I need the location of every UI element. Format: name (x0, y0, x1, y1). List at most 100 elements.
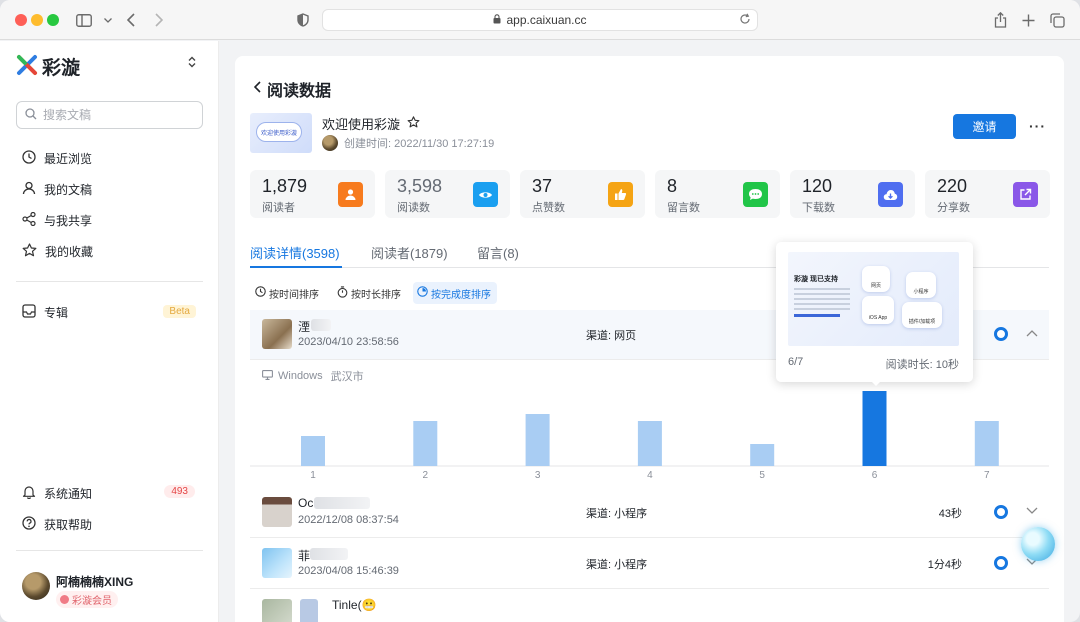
forward-icon[interactable] (149, 10, 169, 30)
page-title: 阅读数据 (267, 83, 332, 100)
app-logo[interactable]: 彩漩 (16, 53, 80, 80)
reload-icon[interactable] (739, 13, 751, 28)
sidebar-item-shared[interactable]: 与我共享 (16, 207, 203, 233)
sidebar-toggle-icon[interactable] (74, 10, 94, 30)
reader-avatar (262, 497, 292, 527)
sidebar-item-help[interactable]: 获取帮助 (16, 511, 203, 537)
page-preview-tooltip: 彩漩 现已支持 网页 小程序 iOS App 插件/加载项 6/7 阅读时长: … (776, 242, 973, 386)
tab-dropdown-icon[interactable] (101, 10, 115, 30)
reader-name: Oc (298, 496, 314, 510)
chart-bar-page-6[interactable] (862, 391, 887, 466)
privacy-shield-icon[interactable] (293, 10, 313, 30)
reader-icon (338, 182, 363, 207)
chart-bar-page-5[interactable] (750, 444, 775, 466)
slide-bubble-miniapp: 小程序 (906, 272, 936, 298)
sort-label: 按时间排序 (269, 289, 319, 301)
chart-bar-page-1[interactable] (301, 436, 325, 466)
sidebar-divider (16, 550, 203, 551)
external-icon (1013, 182, 1038, 207)
chart-bar-page-7[interactable] (974, 421, 999, 466)
chevron-down-icon[interactable] (1026, 504, 1038, 518)
close-window-button[interactable] (15, 14, 27, 26)
back-button[interactable]: 阅读数据 (253, 77, 332, 101)
new-tab-icon[interactable] (1018, 10, 1038, 30)
tab-read-details[interactable]: 阅读详情(3598) (250, 243, 340, 262)
tooltip-footer: 6/7 阅读时长: 10秒 (788, 356, 959, 371)
duration: 1分4秒 (927, 559, 962, 571)
lock-icon (493, 13, 501, 27)
browser-titlebar: app.caixuan.cc (0, 0, 1080, 40)
search-box[interactable] (16, 101, 203, 129)
sort-by-time-button[interactable]: 按时间排序 (251, 282, 325, 304)
slide-bubble-plugin: 插件/加载项 (902, 302, 942, 328)
sidebar-item-label: 我的文稿 (44, 182, 93, 197)
zoom-window-button[interactable] (47, 14, 59, 26)
chart-bar-page-2[interactable] (413, 421, 438, 466)
sort-by-duration-button[interactable]: 按时长排序 (333, 282, 407, 304)
tab-readers[interactable]: 阅读者(1879) (371, 243, 448, 262)
channel: 渠道: 网页 (586, 330, 637, 342)
workspace-switch-icon[interactable] (188, 56, 196, 71)
favorite-star-icon[interactable] (407, 116, 420, 131)
sidebar: 彩漩 最近浏览 我的文稿 与我共享 我的收藏 (0, 41, 219, 622)
stopwatch-icon (337, 285, 351, 301)
sidebar-item-favorites[interactable]: 我的收藏 (16, 238, 203, 264)
search-icon (25, 107, 37, 123)
star-icon (22, 242, 45, 260)
chevron-up-icon[interactable] (1026, 326, 1038, 340)
completion-ring (994, 505, 1008, 519)
document-thumbnail[interactable]: 欢迎使用彩漩 (250, 113, 312, 153)
document-title: 欢迎使用彩漩 (322, 114, 420, 133)
slide-label: 插件/加载项 (908, 319, 936, 325)
url-text: app.caixuan.cc (506, 13, 587, 27)
minimize-window-button[interactable] (31, 14, 43, 26)
progress-icon (417, 286, 431, 300)
search-input[interactable] (43, 108, 193, 122)
channel: 渠道: 小程序 (586, 508, 648, 520)
invite-button[interactable]: 邀请 (953, 114, 1016, 139)
reader-name: 菲 (298, 549, 311, 563)
page-index: 6/7 (788, 356, 804, 368)
chart-tick-label: 2 (423, 470, 429, 481)
sort-label: 按时长排序 (351, 289, 401, 301)
assistant-bubble-button[interactable] (1021, 527, 1055, 561)
address-bar[interactable]: app.caixuan.cc (322, 9, 758, 31)
sidebar-item-label: 最近浏览 (44, 151, 93, 166)
name-mask (314, 497, 370, 509)
table-row[interactable]: Tinle(😬 (250, 590, 1049, 622)
notification-count-badge: 493 (164, 485, 195, 498)
tab-overview-icon[interactable] (1047, 10, 1067, 30)
slide-text-lines (794, 288, 850, 310)
more-options-button[interactable]: ··· (1029, 118, 1046, 134)
sidebar-item-my-docs[interactable]: 我的文稿 (16, 176, 203, 202)
user-profile[interactable]: 阿楠楠楠XING 彩漩会员 (22, 572, 133, 608)
stat-value: 8 (667, 176, 678, 196)
stat-shares: 220 分享数 (925, 170, 1050, 218)
stat-label: 下载数 (802, 202, 835, 214)
chart-bar-page-4[interactable] (637, 421, 662, 466)
sort-by-completion-button[interactable]: 按完成度排序 (413, 282, 497, 304)
sidebar-item-label: 获取帮助 (44, 517, 93, 532)
completion-ring (994, 556, 1008, 570)
slide-bubble-web: 网页 (862, 266, 890, 292)
bell-icon (22, 485, 44, 502)
member-label: 彩漩会员 (72, 596, 112, 607)
chart-tick-label: 5 (759, 470, 765, 481)
chart-bar-page-3[interactable] (525, 414, 550, 466)
table-row[interactable]: 菲 2023/04/08 15:46:39 渠道: 小程序 1分4秒 (250, 539, 1049, 589)
download-icon (878, 182, 903, 207)
table-row[interactable]: Oc 2022/12/08 08:37:54 渠道: 小程序 43秒 (250, 488, 1049, 538)
sidebar-item-label: 我的收藏 (45, 244, 94, 259)
sidebar-item-notifications[interactable]: 系统通知 493 (16, 480, 203, 506)
back-icon[interactable] (121, 10, 141, 30)
logo-text: 彩漩 (42, 58, 81, 79)
sidebar-item-recent[interactable]: 最近浏览 (16, 145, 203, 171)
sidebar-item-album[interactable]: 专辑 Beta (16, 299, 203, 325)
chart-tick-label: 4 (647, 470, 653, 481)
tab-comments[interactable]: 留言(8) (477, 243, 519, 262)
slide-label: 小程序 (913, 289, 929, 295)
share-browser-icon[interactable] (990, 10, 1010, 30)
thumbnail-caption: 欢迎使用彩漩 (256, 122, 302, 142)
name-mask (311, 319, 331, 331)
share-icon (22, 211, 44, 229)
